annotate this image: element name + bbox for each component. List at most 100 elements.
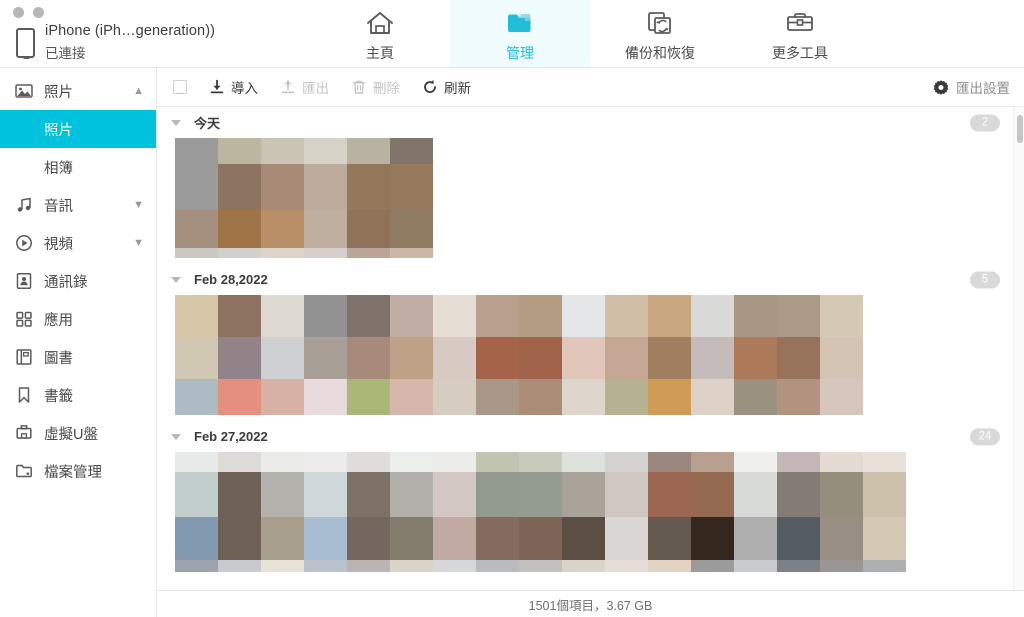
refresh-button[interactable]: 刷新 <box>422 77 471 97</box>
scrollbar-thumb[interactable] <box>1016 115 1023 143</box>
tab-backup-restore[interactable]: 備份和恢復 <box>590 0 730 67</box>
refresh-icon <box>422 79 438 95</box>
photo-thumbnail[interactable] <box>175 295 218 415</box>
photo-thumbnail[interactable] <box>433 452 476 572</box>
trash-icon <box>351 79 367 95</box>
photo-thumbnail[interactable] <box>390 295 433 415</box>
export-settings-button[interactable]: 匯出設置 <box>933 77 1010 97</box>
photo-thumbnail[interactable] <box>820 295 863 415</box>
photo-thumbnail[interactable] <box>562 452 605 572</box>
home-icon <box>365 8 395 38</box>
photo-thumbnail[interactable] <box>648 295 691 415</box>
photo-thumbnail[interactable] <box>347 138 390 258</box>
backup-restore-icon <box>645 8 675 38</box>
photo-thumbnail[interactable] <box>519 452 562 572</box>
window-maximize-dot[interactable] <box>33 7 44 18</box>
photo-thumbnail[interactable] <box>175 452 218 572</box>
sidebar-item-apps-label: 應用 <box>44 312 73 329</box>
sidebar-item-albums[interactable]: 相簿 <box>0 148 156 186</box>
sidebar-item-photos-sub-label: 照片 <box>44 122 73 139</box>
photo-thumbnail[interactable] <box>605 295 648 415</box>
chevron-up-icon[interactable]: ▲ <box>133 85 144 97</box>
photo-thumbnail[interactable] <box>734 295 777 415</box>
vertical-scrollbar[interactable] <box>1013 107 1024 590</box>
photo-thumbnail[interactable] <box>691 295 734 415</box>
tab-more-tools-label: 更多工具 <box>772 44 828 61</box>
photo-thumbnail[interactable] <box>390 138 433 258</box>
chevron-down-icon[interactable]: ▼ <box>133 199 144 211</box>
tab-home[interactable]: 主頁 <box>310 0 450 67</box>
group-header-feb28[interactable]: Feb 28,2022 5 <box>157 264 1024 295</box>
photo-thumbnail[interactable] <box>304 452 347 572</box>
status-badge: 5 <box>970 271 1000 288</box>
tab-more-tools[interactable]: 更多工具 <box>730 0 870 67</box>
photo-thumbnail[interactable] <box>261 452 304 572</box>
photo-thumbnail[interactable] <box>476 452 519 572</box>
device-text: iPhone (iPh…generation)) 已連接 <box>45 23 215 62</box>
photo-thumbnail[interactable] <box>390 452 433 572</box>
photo-thumbnail[interactable] <box>734 452 777 572</box>
photo-thumbnail[interactable] <box>476 295 519 415</box>
sidebar-item-bookmarks[interactable]: 書籤 <box>0 376 156 414</box>
photo-thumbnail[interactable] <box>347 452 390 572</box>
photo-thumbnail[interactable] <box>218 295 261 415</box>
photo-thumbnail[interactable] <box>304 295 347 415</box>
photo-thumbnail[interactable] <box>304 138 347 258</box>
photo-thumbnail[interactable] <box>261 295 304 415</box>
import-button[interactable]: 導入 <box>209 77 258 97</box>
sidebar-item-audio-label: 音訊 <box>44 198 73 215</box>
photo-thumbnail[interactable] <box>691 452 734 572</box>
photo-thumbnail[interactable] <box>175 138 218 258</box>
sidebar-item-books[interactable]: 圖書 <box>0 338 156 376</box>
caret-down-icon[interactable] <box>171 433 181 440</box>
photo-thumbnail[interactable] <box>519 295 562 415</box>
status-text: 1501個項目，3.67 GB <box>528 598 653 613</box>
music-icon <box>14 196 33 215</box>
group-title: Feb 28,2022 <box>194 272 268 287</box>
sidebar-item-apps[interactable]: 應用 <box>0 300 156 338</box>
sidebar-item-audio[interactable]: 音訊 ▼ <box>0 186 156 224</box>
sidebar-item-video[interactable]: 視頻 ▼ <box>0 224 156 262</box>
photo-thumbnail[interactable] <box>777 295 820 415</box>
group-header-today[interactable]: 今天 2 <box>157 107 1024 138</box>
group-title: 今天 <box>194 116 221 131</box>
sidebar-item-file-manager[interactable]: 檔案管理 <box>0 452 156 490</box>
sidebar: 照片 ▲ 照片 相簿 音訊 ▼ 視頻 ▼ 通訊錄 應用 圖書 書籤 虛擬U盤 檔… <box>0 68 157 617</box>
photo-thumbnail[interactable] <box>433 295 476 415</box>
export-button[interactable]: 匯出 <box>280 77 329 97</box>
photo-thumbnail[interactable] <box>261 138 304 258</box>
group-header-feb27[interactable]: Feb 27,2022 24 <box>157 421 1024 452</box>
photo-thumbnail[interactable] <box>218 452 261 572</box>
sidebar-item-contacts[interactable]: 通訊錄 <box>0 262 156 300</box>
photo-thumbnail[interactable] <box>820 452 863 572</box>
chevron-down-icon[interactable]: ▼ <box>133 237 144 249</box>
photo-thumbnail[interactable] <box>347 295 390 415</box>
photo-thumbnail[interactable] <box>777 452 820 572</box>
sidebar-item-photos-sub[interactable]: 照片 <box>0 110 156 148</box>
window-minimize-dot[interactable] <box>13 7 24 18</box>
sidebar-item-photos[interactable]: 照片 ▲ <box>0 72 156 110</box>
delete-button[interactable]: 刪除 <box>351 77 400 97</box>
photo-thumbnail[interactable] <box>218 138 261 258</box>
refresh-label: 刷新 <box>444 81 471 96</box>
sidebar-item-albums-label: 相簿 <box>44 160 73 177</box>
connected-device[interactable]: iPhone (iPh…generation)) 已連接 <box>0 0 300 67</box>
tab-manage-label: 管理 <box>506 44 534 61</box>
photo-scroll-area[interactable]: 今天 2 Feb 28,2022 5 Feb 27,2022 24 <box>157 107 1024 590</box>
app-window: iPhone (iPh…generation)) 已連接 主頁 管理 備份和恢復… <box>0 0 1024 617</box>
tab-manage[interactable]: 管理 <box>450 0 590 67</box>
thumb-grid-feb28 <box>157 295 1024 415</box>
photo-thumbnail[interactable] <box>562 295 605 415</box>
status-badge: 24 <box>970 428 1000 445</box>
caret-down-icon[interactable] <box>171 119 181 126</box>
device-name: iPhone (iPh…generation)) <box>45 23 216 39</box>
caret-down-icon[interactable] <box>171 276 181 283</box>
window-controls[interactable] <box>13 7 44 18</box>
select-all-checkbox[interactable] <box>173 80 187 94</box>
sidebar-item-virtual-usb[interactable]: 虛擬U盤 <box>0 414 156 452</box>
photo-thumbnail[interactable] <box>648 452 691 572</box>
photo-thumbnail[interactable] <box>605 452 648 572</box>
photo-icon <box>14 82 33 101</box>
export-settings-label: 匯出設置 <box>956 81 1010 96</box>
photo-thumbnail[interactable] <box>863 452 906 572</box>
